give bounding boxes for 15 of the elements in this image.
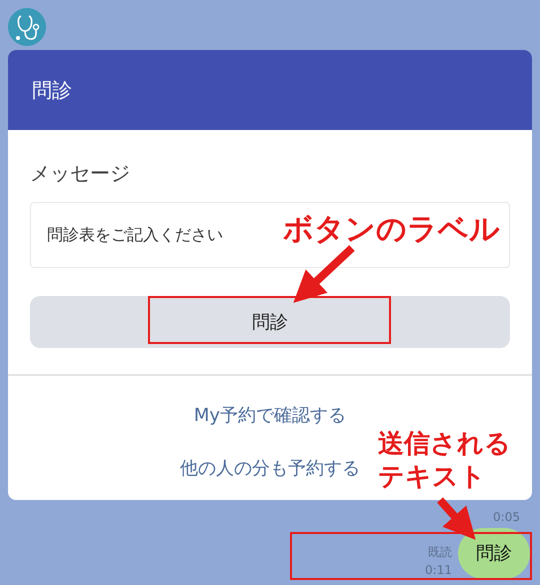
message-time: 0:11 [425,562,452,579]
read-status: 既読 [427,544,452,561]
annotation-arrow [437,497,476,540]
action-link[interactable]: 他の人の分も予約する [180,455,360,482]
message-time: 0:05 [493,509,520,526]
message-text: 問診表をご記入ください [47,224,223,246]
message-label: メッセージ [30,160,131,187]
action-link[interactable]: My予約で確認する [194,402,346,429]
inquiry-button[interactable]: 問診 [30,296,510,348]
chat-bubble: 問診 [458,528,530,579]
stethoscope-icon [8,8,46,46]
annotation-arrow [293,245,355,303]
annotation-text: ボタンのラベル [283,211,501,249]
annotation-text: 送信されるテキスト [378,428,512,493]
card-title: 問診 [32,77,72,104]
